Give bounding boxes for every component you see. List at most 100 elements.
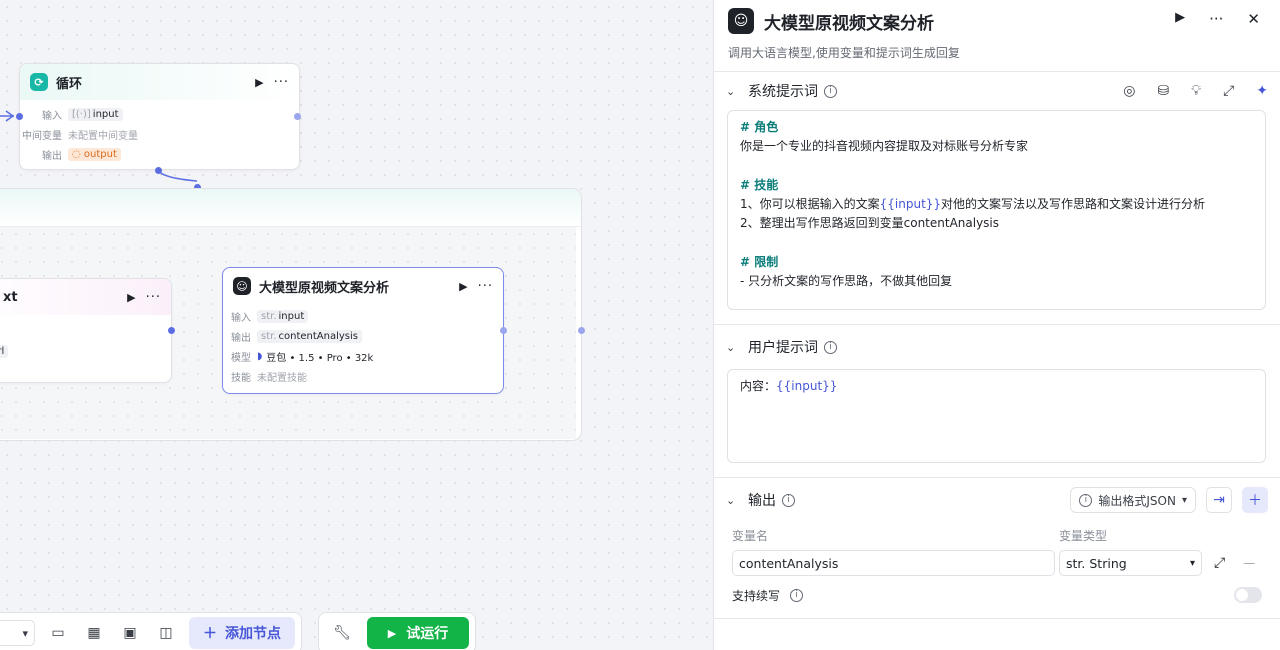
chevron-down-icon[interactable]: ⌄	[726, 341, 744, 354]
text-node[interactable]: xt ▶ ··· 案 url	[0, 278, 172, 383]
node-settings-panel: ☺ 大模型原视频文案分析 调用大语言模型,使用变量和提示词生成回复 ▶ ··· …	[713, 0, 1280, 650]
llm-node[interactable]: ☺ 大模型原视频文案分析 ▶ ··· 输入 str. input 输出 str. con…	[222, 267, 504, 394]
test-run-button[interactable]: ▶ 试运行	[367, 617, 469, 649]
play-icon: ▶	[387, 626, 397, 640]
add-variable-button[interactable]: ＋	[1242, 487, 1268, 513]
panel-title[interactable]: 大模型原视频文案分析	[764, 9, 934, 34]
workflow-canvas[interactable]: ⟳ 循环 ▶ ··· 输入 [(·)] input 中间变量 未配置中间变量 输出 ◌ …	[0, 0, 713, 650]
col-var-type: 变量类型	[1059, 528, 1108, 543]
prompt-line: 2、整理出写作思路返回到变量contentAnalysis	[740, 216, 1000, 231]
group-out-port[interactable]	[578, 327, 585, 334]
chevron-down-icon[interactable]: ⌄	[726, 494, 744, 507]
model-value: 豆包 • 1.5 • Pro • 32k	[266, 352, 374, 364]
prompt-variable: {{input}}	[776, 379, 838, 393]
row-label: 输入	[42, 110, 62, 122]
compass-icon[interactable]: ◎	[1123, 83, 1135, 99]
type-value: String	[1089, 555, 1127, 571]
output-format-select[interactable]: i 输出格式JSON ▾	[1070, 487, 1196, 513]
library-icon[interactable]: ⛁	[1158, 83, 1170, 99]
skills-value: 未配置技能	[257, 372, 307, 384]
test-run-label: 试运行	[406, 626, 449, 642]
llm-node-header: ☺ 大模型原视频文案分析 ▶ ···	[223, 268, 503, 304]
wrench-icon[interactable]: 🔧︎	[329, 620, 355, 646]
input-tag: [(·)] input	[68, 107, 123, 121]
close-icon[interactable]: ✕	[1247, 10, 1260, 28]
system-prompt-editor[interactable]: # 角色 你是一个专业的抖音视频内容提取及对标账号分析专家 # 技能 1、你可以…	[727, 110, 1266, 310]
var-type-select[interactable]: str. String ▾	[1059, 550, 1202, 576]
output-title: 输出	[748, 493, 776, 509]
row-label: 技能	[231, 372, 251, 384]
info-icon[interactable]: i	[790, 588, 804, 602]
prompt-line: - 只分析文案的写作思路，不做其他回复	[740, 274, 953, 289]
import-button[interactable]: ⇥	[1206, 487, 1232, 513]
continue-label: 支持续写	[732, 588, 781, 603]
info-icon: i	[1079, 493, 1093, 507]
loop-in-port[interactable]	[16, 113, 23, 120]
text-out-port[interactable]	[168, 327, 175, 334]
system-prompt-header: ⌄ 系统提示词 i ◎ ⛁ 💡︎ ⤢ ✦	[714, 72, 1280, 110]
loop-icon: ⟳	[30, 73, 48, 91]
text-node-header: xt ▶ ···	[0, 279, 171, 315]
loop-node[interactable]: ⟳ 循环 ▶ ··· 输入 [(·)] input 中间变量 未配置中间变量 输出 ◌ …	[19, 63, 300, 170]
prompt-heading: # 角色	[740, 120, 779, 134]
play-icon[interactable]: ▶	[459, 280, 467, 293]
add-node-label: 添加节点	[225, 626, 281, 642]
play-icon[interactable]: ▶	[1175, 10, 1185, 28]
var-name-input[interactable]: contentAnalysis	[732, 550, 1055, 576]
expand-icon[interactable]: ⤢	[1223, 83, 1234, 99]
chevron-down-icon: ▾	[1181, 494, 1187, 506]
bulb-icon[interactable]: 💡︎	[1191, 83, 1201, 99]
loop-body-header	[0, 189, 581, 227]
continue-toggle[interactable]	[1234, 587, 1262, 603]
doubao-icon: ◗	[257, 350, 263, 362]
text-node-title: xt	[3, 289, 18, 305]
screen-icon[interactable]: ◫	[153, 620, 179, 646]
loop-body-port[interactable]	[155, 167, 162, 174]
play-icon[interactable]: ▶	[255, 76, 263, 89]
more-icon[interactable]: ···	[146, 290, 161, 305]
play-icon[interactable]: ▶	[127, 291, 135, 304]
remove-icon[interactable]: —	[1243, 556, 1255, 570]
more-icon[interactable]: ···	[478, 279, 493, 294]
output-tag: str. contentAnalysis	[257, 329, 363, 343]
loop-node-title: 循环	[56, 76, 83, 92]
output-tag: ◌ output	[68, 147, 121, 161]
image-icon[interactable]: ▣	[117, 620, 143, 646]
canvas-toolbar: ▾ ▭ ▦ ▣ ◫ ＋ 添加节点	[0, 612, 302, 650]
info-icon[interactable]: i	[782, 493, 795, 507]
output-format-value: 输出格式JSON	[1098, 493, 1176, 508]
llm-node-title: 大模型原视频文案分析	[259, 280, 390, 296]
prompt-heading: # 技能	[740, 177, 779, 192]
user-prompt-text: 内容：	[740, 379, 777, 393]
input-tag: str. input	[257, 309, 309, 323]
loop-out-port[interactable]	[294, 113, 301, 120]
user-prompt-title: 用户提示词	[748, 340, 818, 356]
more-icon[interactable]: ···	[1209, 10, 1223, 28]
prompt-line: 1、你可以根据输入的文案{{input}}对他的文案写法以及写作思路和文案设计进…	[740, 197, 1206, 212]
output-columns: 变量名 变量类型	[714, 522, 1280, 548]
user-prompt-header: ⌄ 用户提示词 i	[714, 325, 1280, 369]
more-icon[interactable]: ···	[274, 75, 289, 90]
grid-icon[interactable]: ▦	[81, 620, 107, 646]
sparkle-icon[interactable]: ✦	[1256, 83, 1268, 99]
middle-var-value: 未配置中间变量	[68, 130, 138, 142]
row-label: 输入	[231, 312, 251, 324]
prompt-heading: # 限制	[740, 255, 779, 270]
user-prompt-editor[interactable]: 内容：{{input}}	[727, 369, 1266, 463]
chevron-down-icon[interactable]: ▾	[0, 620, 35, 646]
prompt-line: 你是一个专业的抖音视频内容提取及对标账号分析专家	[740, 139, 1029, 154]
expand-icon[interactable]: ⤢	[1214, 555, 1225, 571]
add-node-button[interactable]: ＋ 添加节点	[189, 617, 295, 649]
prompt-variable: {{input}}	[879, 197, 942, 212]
chevron-down-icon[interactable]: ⌄	[726, 85, 744, 98]
row-label: 中间变量	[22, 130, 62, 142]
info-icon[interactable]: i	[824, 340, 837, 354]
llm-out-port[interactable]	[500, 327, 507, 334]
llm-robot-icon: ☺	[728, 8, 754, 34]
loop-node-header: ⟳ 循环 ▶ ···	[20, 64, 299, 100]
llm-robot-icon: ☺	[233, 277, 251, 295]
info-icon[interactable]: i	[824, 84, 837, 98]
panel-header: ☺ 大模型原视频文案分析 调用大语言模型,使用变量和提示词生成回复 ▶ ··· …	[714, 0, 1280, 72]
panel-description[interactable]: 调用大语言模型,使用变量和提示词生成回复	[728, 44, 960, 61]
comment-icon[interactable]: ▭	[45, 620, 71, 646]
